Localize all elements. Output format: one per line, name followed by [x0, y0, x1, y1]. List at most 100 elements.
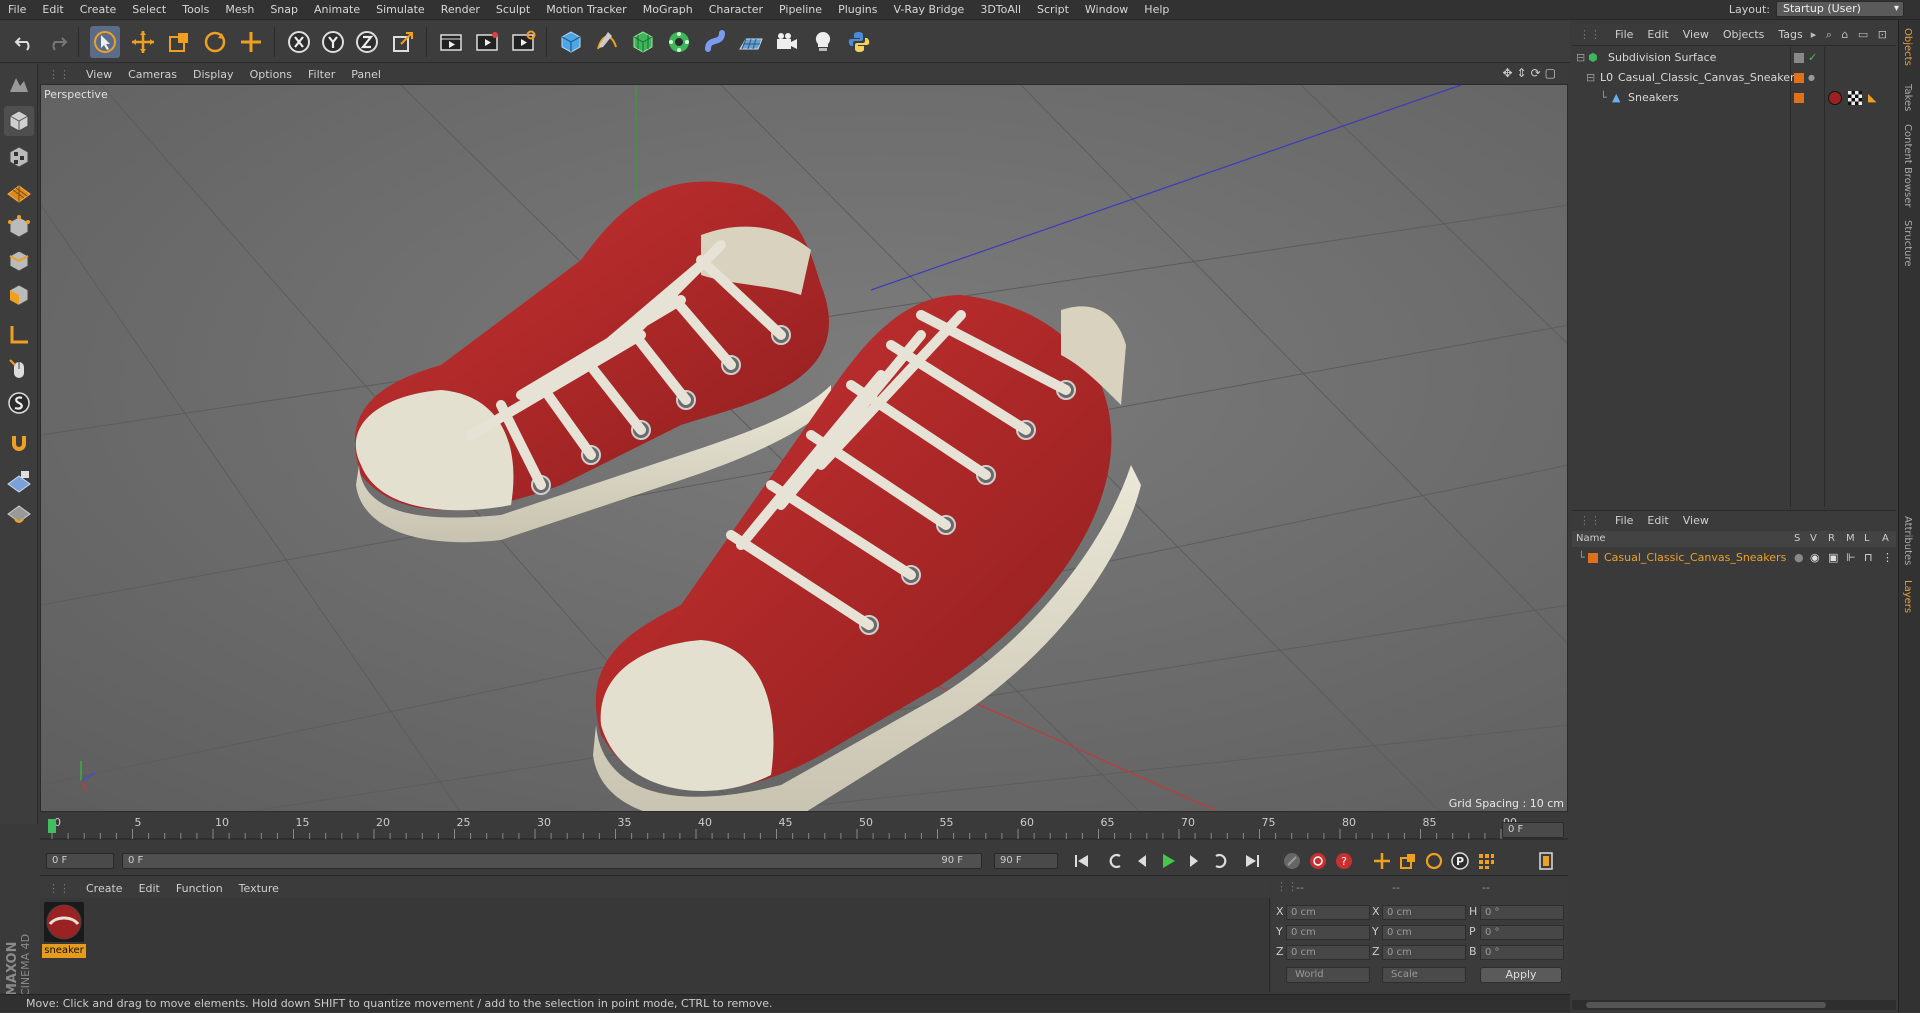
render-toggle-icon[interactable]: ▣: [1828, 549, 1838, 567]
rotate-icon[interactable]: [200, 26, 230, 58]
layer-color-icon[interactable]: [1588, 553, 1598, 563]
column-name[interactable]: Name: [1576, 533, 1606, 544]
render-settings-icon[interactable]: [508, 26, 538, 58]
scroll-thumb[interactable]: [1586, 1002, 1826, 1008]
menu-edit[interactable]: Edit: [34, 0, 71, 20]
select-cursor-icon[interactable]: [90, 26, 120, 58]
menu-simulate[interactable]: Simulate: [368, 0, 433, 20]
view-toggle-icon[interactable]: ◉: [1810, 549, 1820, 567]
redo-icon[interactable]: [42, 26, 72, 58]
layer-color-icon[interactable]: [1794, 93, 1804, 103]
move-icon[interactable]: [128, 26, 158, 58]
scale-icon[interactable]: [164, 26, 194, 58]
layer-name[interactable]: Casual_Classic_Canvas_Sneakers: [1604, 549, 1786, 567]
column-view[interactable]: V: [1810, 533, 1817, 544]
rot-h-field[interactable]: 0 °: [1480, 905, 1564, 920]
horizontal-scrollbar[interactable]: [1572, 1000, 1896, 1010]
tab-structure[interactable]: Structure: [1902, 220, 1913, 267]
points-mode-icon[interactable]: [4, 212, 34, 242]
menu-window[interactable]: Window: [1077, 0, 1136, 20]
menu-vray-bridge[interactable]: V-Ray Bridge: [885, 0, 972, 20]
timeline-layout-icon[interactable]: [1534, 850, 1558, 872]
object-menu-objects[interactable]: Objects: [1716, 28, 1772, 41]
apply-button[interactable]: Apply: [1480, 967, 1562, 983]
keyframe-selection-icon[interactable]: ?: [1332, 850, 1356, 872]
viewport-menu-cameras[interactable]: Cameras: [120, 68, 185, 81]
material-menu-edit[interactable]: Edit: [131, 882, 168, 895]
play-icon[interactable]: [1156, 850, 1180, 872]
tab-content-browser[interactable]: Content Browser: [1902, 124, 1913, 207]
frame-range-slider[interactable]: 0 F 90 F: [122, 853, 982, 869]
object-manager-toolbar-icons[interactable]: ▸ ⌕ ⌂ ▭ ⊡: [1811, 28, 1890, 42]
menu-plugins[interactable]: Plugins: [830, 0, 885, 20]
viewport-navigation-icons[interactable]: ✥⇕⟳▢: [1502, 66, 1560, 80]
material-menu-texture[interactable]: Texture: [231, 882, 287, 895]
render-picture-viewer-icon[interactable]: [472, 26, 502, 58]
size-x-field[interactable]: 0 cm: [1382, 905, 1466, 920]
pos-z-field[interactable]: 0 cm: [1286, 945, 1370, 960]
tab-attributes[interactable]: Attributes: [1902, 516, 1913, 565]
next-frame-icon[interactable]: [1182, 850, 1206, 872]
manager-toggle-icon[interactable]: ⊩: [1846, 549, 1856, 567]
planar-workplane-icon[interactable]: [4, 500, 34, 530]
undo-icon[interactable]: [10, 26, 40, 58]
menu-render[interactable]: Render: [433, 0, 488, 20]
object-row-casual-classic-canvas-sneakers[interactable]: ⊟ L0 Casual_Classic_Canvas_Sneakers ●: [1572, 69, 1896, 87]
viewport-menu-filter[interactable]: Filter: [300, 68, 343, 81]
column-locked[interactable]: L: [1864, 533, 1870, 544]
go-to-start-icon[interactable]: [1070, 850, 1094, 872]
menu-mesh[interactable]: Mesh: [217, 0, 262, 20]
object-row-sneakers[interactable]: └ ▲ Sneakers ◣: [1572, 89, 1896, 107]
x-axis-lock-icon[interactable]: [284, 26, 314, 58]
menu-help[interactable]: Help: [1136, 0, 1177, 20]
layout-dropdown[interactable]: Startup (User): [1776, 1, 1904, 17]
python-icon[interactable]: [844, 26, 874, 58]
viewport-menu-view[interactable]: View: [78, 68, 120, 81]
object-menu-edit[interactable]: Edit: [1640, 28, 1675, 41]
menu-pipeline[interactable]: Pipeline: [771, 0, 830, 20]
layer-menu-view[interactable]: View: [1676, 514, 1716, 527]
material-thumbnail[interactable]: [44, 902, 84, 942]
size-mode-dropdown[interactable]: Scale: [1382, 967, 1466, 983]
start-frame-field[interactable]: 0 F: [46, 853, 114, 869]
coordinate-space-dropdown[interactable]: World: [1286, 967, 1370, 983]
column-render[interactable]: R: [1828, 533, 1835, 544]
edges-mode-icon[interactable]: [4, 246, 34, 276]
menu-sculpt[interactable]: Sculpt: [488, 0, 538, 20]
layer-menu-file[interactable]: File: [1608, 514, 1640, 527]
menu-script[interactable]: Script: [1029, 0, 1077, 20]
previous-frame-icon[interactable]: [1130, 850, 1154, 872]
display-toggle-icon[interactable]: [1794, 53, 1804, 63]
layer-menu-edit[interactable]: Edit: [1640, 514, 1675, 527]
transform-icon[interactable]: [236, 26, 266, 58]
phong-tag-icon[interactable]: ◣: [1868, 89, 1876, 107]
tab-layers[interactable]: Layers: [1902, 580, 1913, 613]
previous-keyframe-icon[interactable]: [1104, 850, 1128, 872]
column-manager[interactable]: M: [1846, 533, 1855, 544]
key-parameter-icon[interactable]: P: [1448, 850, 1472, 872]
material-name-label[interactable]: sneaker: [42, 944, 86, 958]
column-solo[interactable]: S: [1794, 533, 1800, 544]
polygons-mode-icon[interactable]: [4, 280, 34, 310]
object-menu-file[interactable]: File: [1608, 28, 1640, 41]
y-axis-lock-icon[interactable]: [318, 26, 348, 58]
floor-environment-icon[interactable]: [736, 26, 766, 58]
animation-toggle-icon[interactable]: ⋮: [1882, 549, 1893, 567]
tab-objects[interactable]: Objects: [1902, 28, 1913, 66]
size-y-field[interactable]: 0 cm: [1382, 925, 1466, 940]
visibility-dots-icon[interactable]: ●: [1808, 69, 1815, 87]
coordinate-system-icon[interactable]: [388, 26, 418, 58]
material-menu-function[interactable]: Function: [168, 882, 231, 895]
pos-y-field[interactable]: 0 cm: [1286, 925, 1370, 940]
end-frame-field[interactable]: 90 F: [994, 853, 1058, 869]
timeline-ruler[interactable]: 051015202530354045505560657075808590 0 F: [40, 815, 1568, 843]
menu-motion-tracker[interactable]: Motion Tracker: [538, 0, 634, 20]
render-view-icon[interactable]: [436, 26, 466, 58]
uvw-tag-icon[interactable]: [1848, 91, 1862, 105]
key-rotation-icon[interactable]: [1422, 850, 1446, 872]
menu-character[interactable]: Character: [701, 0, 771, 20]
deformer-icon[interactable]: [700, 26, 730, 58]
z-axis-lock-icon[interactable]: [352, 26, 382, 58]
object-menu-view[interactable]: View: [1676, 28, 1716, 41]
autokeying-icon[interactable]: [1306, 850, 1330, 872]
